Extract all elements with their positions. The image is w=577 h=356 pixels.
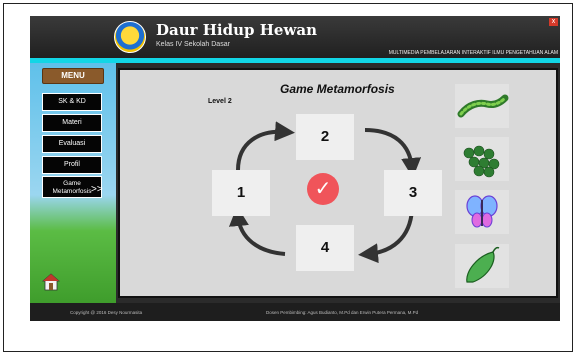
- arrow-2-to-3-icon: [364, 128, 422, 178]
- arrow-1-to-2-icon: [236, 121, 295, 171]
- eggs-icon: [463, 145, 500, 178]
- menu-item-sk-kd[interactable]: SK & KD: [42, 93, 102, 111]
- close-button[interactable]: x: [549, 18, 558, 26]
- answer-slot-1[interactable]: 1: [212, 170, 270, 216]
- sidebar: MENU SK & KD Materi Evaluasi Profil Game…: [30, 63, 116, 303]
- pupa-icon: [466, 246, 500, 283]
- menu-item-evaluasi[interactable]: Evaluasi: [42, 135, 102, 153]
- caterpillar-icon: [457, 94, 509, 118]
- arrow-3-to-4-icon: [358, 209, 414, 264]
- game-panel: Level 2 Game Metamorfosis 2 1 3 4 ✓: [118, 68, 558, 298]
- tile-butterfly[interactable]: [455, 190, 509, 234]
- app-title: Daur Hidup Hewan: [156, 21, 317, 39]
- app-subtitle: Kelas IV Sekolah Dasar: [156, 41, 230, 48]
- check-button[interactable]: ✓: [307, 173, 339, 205]
- answer-slot-3[interactable]: 3: [384, 170, 442, 216]
- tile-caterpillar[interactable]: [455, 84, 509, 128]
- arrow-4-to-1-icon: [228, 206, 286, 256]
- screenshot-frame: Daur Hidup Hewan Kelas IV Sekolah Dasar …: [3, 3, 573, 352]
- active-menu-arrow-icon: >>: [91, 184, 103, 195]
- menu-sign: MENU: [42, 68, 104, 84]
- footer-copyright: Copyright @ 2016 Desy Nourmasita: [70, 310, 143, 315]
- butterfly-icon: [466, 195, 498, 228]
- app-header: Daur Hidup Hewan Kelas IV Sekolah Dasar …: [30, 16, 560, 58]
- menu-item-profil[interactable]: Profil: [42, 156, 102, 174]
- menu-item-materi[interactable]: Materi: [42, 114, 102, 132]
- footer-credit: Dosen Pembimbing: Agus Budianto, M.Pd da…: [266, 310, 419, 315]
- home-icon[interactable]: [42, 273, 60, 291]
- answer-slot-4[interactable]: 4: [296, 225, 354, 271]
- school-emblem-icon: [114, 21, 146, 53]
- app-window: Daur Hidup Hewan Kelas IV Sekolah Dasar …: [30, 16, 560, 321]
- tile-eggs[interactable]: [455, 137, 509, 181]
- footer: Copyright @ 2016 Desy Nourmasita Dosen P…: [30, 303, 560, 321]
- app-tagline: MULTIMEDIA PEMBELAJARAN INTERAKTIF ILMU …: [388, 50, 558, 56]
- answer-slot-2[interactable]: 2: [296, 114, 354, 160]
- tile-pupa[interactable]: [455, 244, 509, 288]
